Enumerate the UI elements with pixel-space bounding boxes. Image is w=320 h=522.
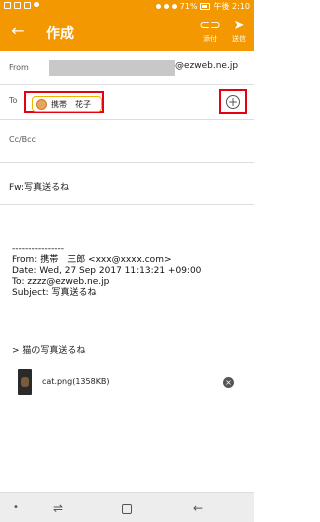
clock: 午後 2:10 xyxy=(213,2,250,11)
body-line: ---------------- xyxy=(12,244,64,254)
send-button[interactable]: ➤ 送信 xyxy=(226,18,252,44)
attachment-filename: cat.png(1358KB) xyxy=(42,377,110,386)
recent-apps-button[interactable]: ⇌ xyxy=(48,498,68,518)
body-line: Subject: 写真送るね xyxy=(12,288,97,298)
notification-icons xyxy=(4,2,39,9)
from-domain: @ezweb.ne.jp xyxy=(175,61,239,71)
attach-label: 添付 xyxy=(203,35,217,43)
mail-notification-icon xyxy=(4,2,11,9)
system-nav-bar: • ⇌ ← xyxy=(0,492,254,522)
arrow-left-icon: ← xyxy=(11,21,25,40)
remove-attachment-button[interactable]: × xyxy=(223,377,234,388)
add-recipient-highlight: + xyxy=(219,89,247,114)
to-field[interactable]: To 携帯 花子 + xyxy=(0,85,254,119)
add-recipient-button[interactable]: + xyxy=(226,95,240,109)
battery-icon xyxy=(200,3,211,10)
paperclip-icon: ⊂⊃ xyxy=(199,18,221,33)
signal-icon xyxy=(171,4,177,9)
app-notification-icon xyxy=(24,2,31,9)
avatar xyxy=(36,99,47,110)
recipient-chip[interactable]: 携帯 花子 xyxy=(32,96,102,112)
cc-bcc-label: Cc/Bcc xyxy=(9,135,36,144)
nav-dot-icon[interactable]: • xyxy=(6,498,26,518)
from-label: From xyxy=(9,63,29,72)
quoted-text: > 猫の写真送るね xyxy=(12,346,86,356)
to-label: To xyxy=(9,96,18,105)
recipient-name: 携帯 花子 xyxy=(51,100,91,109)
attachment-item[interactable]: cat.png(1358KB) × xyxy=(12,367,240,399)
paper-plane-icon: ➤ xyxy=(233,18,245,33)
close-icon: × xyxy=(225,378,232,387)
app-bar: ← 作成 ⊂⊃ 添付 ➤ 送信 xyxy=(0,13,254,51)
nfc-icon xyxy=(155,4,161,9)
recipient-highlight: 携帯 花子 xyxy=(24,91,104,113)
body-line: To: zzzz@ezweb.ne.jp xyxy=(12,277,110,287)
message-notification-icon xyxy=(14,2,21,9)
arrow-left-icon: ← xyxy=(192,501,204,515)
recent-apps-icon: ⇌ xyxy=(52,501,64,515)
system-back-button[interactable]: ← xyxy=(188,498,208,518)
status-bar: 71% 午後 2:10 xyxy=(0,0,254,13)
home-button[interactable] xyxy=(117,498,137,518)
page-title: 作成 xyxy=(46,26,74,42)
subject-value: Fw:写真送るね xyxy=(9,183,70,193)
battery-percent: 71% xyxy=(179,2,198,11)
message-body[interactable]: ---------------- From: 携帯 三郎 <xxx@xxxx.c… xyxy=(12,244,201,299)
body-line: Date: Wed, 27 Sep 2017 11:13:21 +09:00 xyxy=(12,266,202,276)
system-icons: 71% 午後 2:10 xyxy=(155,1,250,12)
wifi-icon xyxy=(163,4,169,9)
home-icon xyxy=(122,503,132,514)
attachment-thumbnail xyxy=(18,369,32,395)
plus-circle-icon: + xyxy=(227,95,239,109)
attach-button[interactable]: ⊂⊃ 添付 xyxy=(197,18,223,44)
back-button[interactable]: ← xyxy=(8,21,28,41)
from-field[interactable]: From @ezweb.ne.jp xyxy=(0,51,254,85)
subject-field[interactable]: Fw:写真送るね xyxy=(0,163,254,205)
cc-bcc-field[interactable]: Cc/Bcc xyxy=(0,119,254,163)
body-line: From: 携帯 三郎 <xxx@xxxx.com> xyxy=(12,255,172,265)
send-label: 送信 xyxy=(232,35,246,43)
from-address-redacted xyxy=(49,60,175,76)
more-notifications-icon xyxy=(34,2,39,7)
